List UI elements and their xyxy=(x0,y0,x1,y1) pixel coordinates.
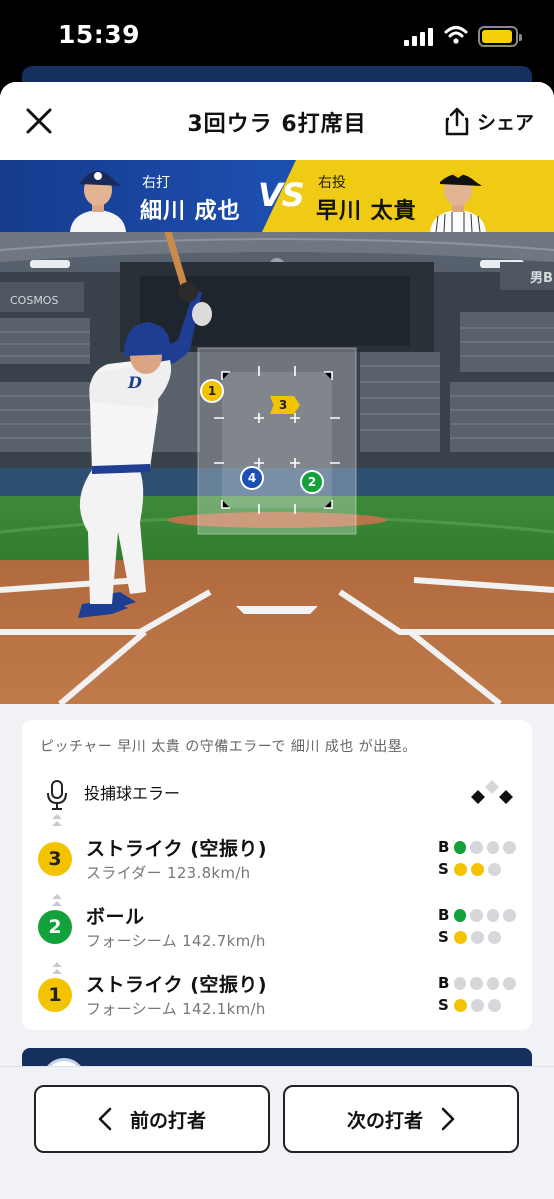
pitch-result: ボール xyxy=(86,906,145,928)
share-label: シェア xyxy=(476,111,534,134)
pitch-detail: フォーシーム 142.1km/h xyxy=(86,1000,266,1018)
bases-diamond-icon xyxy=(471,780,513,804)
pitch-detail: フォーシーム 142.7km/h xyxy=(86,932,266,950)
wifi-icon xyxy=(444,26,468,44)
previous-batter-button[interactable]: 前の打者 xyxy=(34,1085,270,1153)
pitcher-hand: 右投 xyxy=(318,175,346,191)
pitcher-avatar[interactable] xyxy=(426,162,490,232)
batter-avatar[interactable] xyxy=(66,162,130,232)
batter-name[interactable]: 細川 成也 xyxy=(140,193,241,225)
stadium-sign-right-text: 男B xyxy=(530,271,553,286)
ball-strike-count: B S xyxy=(438,972,520,1016)
pitch-row-2[interactable]: 2 ボール フォーシーム 142.7km/h B S xyxy=(38,898,518,958)
svg-text:D: D xyxy=(127,373,142,392)
pitch-number-badge: 1 xyxy=(38,978,72,1012)
play-summary: ピッチャー 早川 太貴 の守備エラーで 細川 成也 が出塁。 xyxy=(40,739,417,755)
pitch-marker-1[interactable]: 1 xyxy=(200,379,224,403)
vs-label: VS xyxy=(258,176,305,214)
pitcher-name[interactable]: 早川 太貴 xyxy=(316,193,417,225)
ball-strike-count: B S xyxy=(438,904,520,948)
pitch-result: ストライク (空振り) xyxy=(86,974,268,996)
pitch-number-badge: 3 xyxy=(38,842,72,876)
cellular-signal-icon xyxy=(404,28,434,46)
pitch-result: ストライク (空振り) xyxy=(86,838,268,860)
pitch-row-3[interactable]: 3 ストライク (空振り) スライダー 123.8km/h B S xyxy=(38,830,518,890)
batter-hand: 右打 xyxy=(142,175,170,191)
pitch-marker-3[interactable]: 3 xyxy=(270,396,300,414)
event-label: 投捕球エラー xyxy=(84,784,181,803)
event-row: 投捕球エラー xyxy=(38,774,518,810)
previous-batter-label: 前の打者 xyxy=(129,1109,206,1132)
microphone-icon xyxy=(47,780,67,810)
pitch-detail: スライダー 123.8km/h xyxy=(86,864,251,882)
pitch-marker-4[interactable]: 4 xyxy=(240,466,264,490)
pitch-location-field: COSMOS 男B D 1 2 3 4 xyxy=(0,232,554,704)
sheet-header: 3回ウラ 6打席目 シェア xyxy=(0,82,554,160)
at-bat-sheet: 3回ウラ 6打席目 シェア 右打 細川 成也 VS 右投 早川 太貴 COSMO… xyxy=(0,82,554,1199)
next-batter-button[interactable]: 次の打者 xyxy=(283,1085,519,1153)
stadium-sign-text: COSMOS xyxy=(10,294,58,307)
status-bar: 15:39 xyxy=(0,0,554,70)
pitch-number-badge: 2 xyxy=(38,910,72,944)
ball-strike-count: B S xyxy=(438,836,520,880)
sequence-arrow-icon xyxy=(52,814,62,826)
status-time: 15:39 xyxy=(58,20,141,49)
share-icon xyxy=(445,107,469,136)
pitch-row-1[interactable]: 1 ストライク (空振り) フォーシーム 142.1km/h B S xyxy=(38,966,518,1026)
footer-nav: 前の打者 次の打者 xyxy=(0,1066,554,1199)
pitch-marker-2[interactable]: 2 xyxy=(300,470,324,494)
stadium-illustration: COSMOS 男B D xyxy=(0,232,554,704)
chevron-right-icon xyxy=(441,1107,455,1131)
matchup-banner: 右打 細川 成也 VS 右投 早川 太貴 xyxy=(0,160,554,232)
share-button[interactable]: シェア xyxy=(445,104,534,138)
play-by-play-card: ピッチャー 早川 太貴 の守備エラーで 細川 成也 が出塁。 投捕球エラー 3 … xyxy=(22,720,532,1030)
next-batter-label: 次の打者 xyxy=(346,1109,423,1132)
chevron-left-icon xyxy=(98,1107,112,1131)
battery-icon xyxy=(478,26,522,47)
